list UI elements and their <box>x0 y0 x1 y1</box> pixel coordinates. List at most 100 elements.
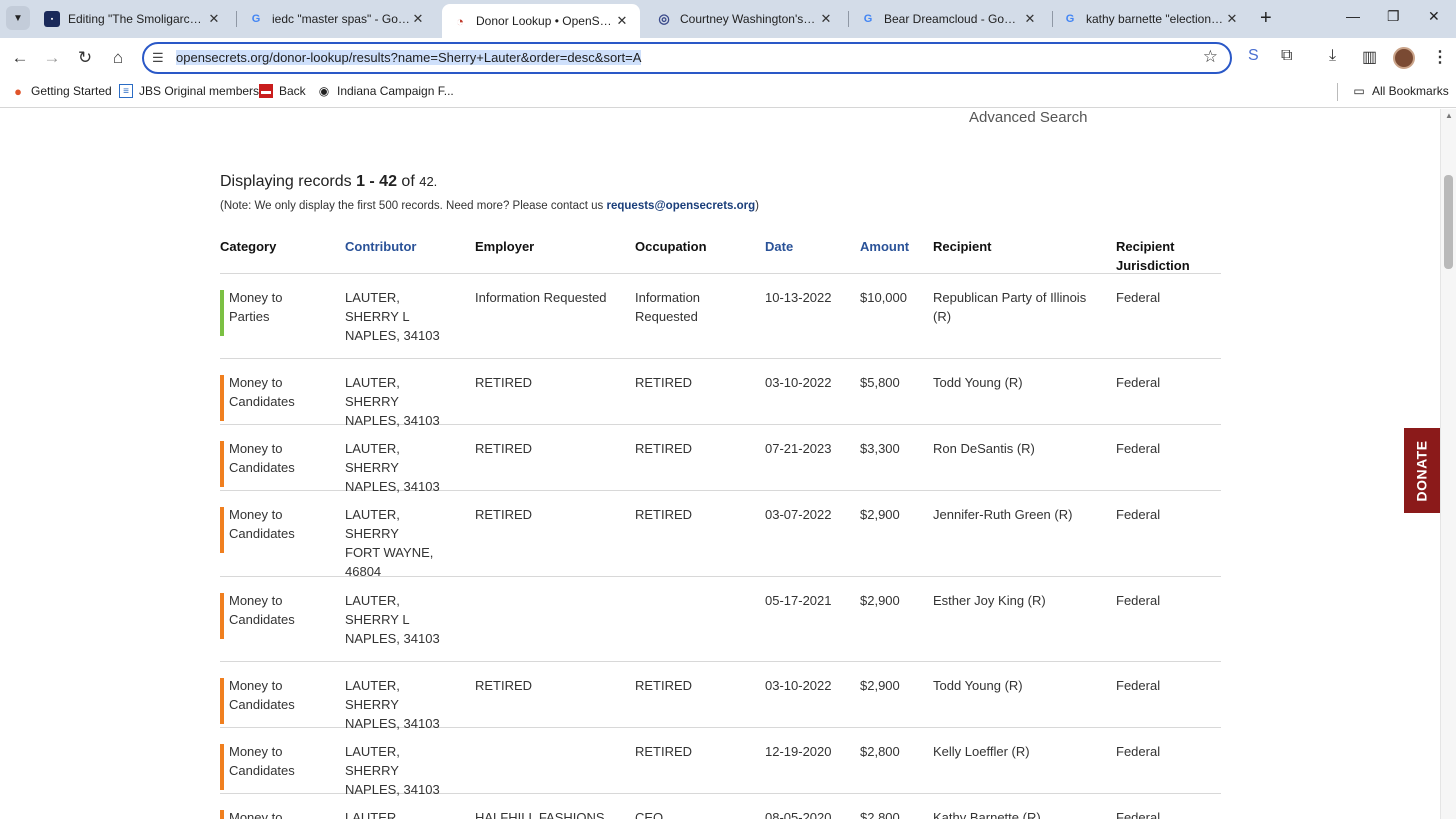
cell-date: 07-21-2023 <box>765 441 832 456</box>
all-bookmarks-button[interactable]: ▭ All Bookmarks <box>1352 84 1448 98</box>
back-button[interactable]: ← <box>9 47 31 69</box>
forward-button[interactable]: → <box>41 47 63 69</box>
cell-recipient: Kathy Barnette (R) <box>933 810 1041 819</box>
page-scrollbar[interactable]: ▲ <box>1440 109 1456 819</box>
tab-separator <box>236 11 237 27</box>
contact-email-link[interactable]: requests@opensecrets.org <box>607 200 756 212</box>
bookmark-label: Indiana Campaign F... <box>337 84 454 98</box>
cell-date: 05-17-2021 <box>765 593 832 608</box>
close-icon[interactable]: ✕ <box>614 13 630 29</box>
bookmark-jbs[interactable]: ≡ JBS Original members <box>119 84 259 98</box>
contributor-name: LAUTER, SHERRY L <box>345 290 410 324</box>
extensions-puzzle-icon[interactable]: ⧉ <box>1281 47 1292 65</box>
cell-jurisdiction: Federal <box>1116 290 1161 305</box>
address-bar[interactable]: ☰ opensecrets.org/donor-lookup/results?n… <box>142 42 1232 74</box>
cell-date: 03-07-2022 <box>765 507 832 522</box>
url-text[interactable]: opensecrets.org/donor-lookup/results?nam… <box>176 50 642 65</box>
tab-1[interactable]: G iedc "master spas" - Google S ✕ <box>238 4 436 34</box>
side-panel-icon[interactable]: ▥ <box>1362 47 1377 67</box>
note-close: ) <box>755 200 759 212</box>
cell-category: Money to Candidates <box>229 507 295 541</box>
minimize-icon: — <box>1346 8 1360 24</box>
advanced-search-link[interactable]: Advanced Search <box>969 109 1087 126</box>
reload-icon: ↻ <box>77 48 93 67</box>
records-total: 42. <box>419 174 438 189</box>
category-color-bar <box>220 441 224 487</box>
cell-amount: $5,800 <box>860 375 900 390</box>
close-icon[interactable]: ✕ <box>410 11 426 27</box>
close-icon[interactable]: ✕ <box>206 11 222 27</box>
tab-2-active[interactable]: ◔ Donor Lookup • OpenSecrets ✕ <box>442 4 640 38</box>
bookmark-label: JBS Original members <box>139 84 260 98</box>
bookmark-indiana[interactable]: ◉ Indiana Campaign F... <box>317 84 454 98</box>
bookmark-back[interactable]: ▬ Back <box>259 84 306 98</box>
category-color-bar <box>220 810 224 819</box>
arrow-right-icon: → <box>43 48 61 67</box>
arrow-left-icon: ← <box>11 48 29 67</box>
contributor-location: NAPLES, 34103 <box>345 328 440 343</box>
page-viewport: Advanced Search Displaying records 1 - 4… <box>0 109 1440 819</box>
bookmark-getting-started[interactable]: ● Getting Started <box>11 84 112 99</box>
restore-button[interactable]: ❐ <box>1387 8 1400 25</box>
download-icon[interactable]: ⤓ <box>1329 47 1336 65</box>
cell-amount: $2,900 <box>860 678 900 693</box>
tab-title: Editing "The Smoligarchs: Ro <box>68 12 206 26</box>
close-icon[interactable]: ✕ <box>1224 11 1240 27</box>
header-amount-sort[interactable]: Amount <box>860 237 909 256</box>
bookmarks-divider <box>1337 83 1338 101</box>
browser-toolbar: ← → ↻ ⌂ ☰ opensecrets.org/donor-lookup/r… <box>0 38 1456 78</box>
scroll-up-icon[interactable]: ▲ <box>1445 111 1453 120</box>
cell-occupation: Information Requested <box>635 290 701 324</box>
records-prefix: Displaying records <box>220 173 357 190</box>
tab-search-button[interactable]: ▼ <box>6 6 30 30</box>
table-row: Money to Parties LAUTER, SHERRY L NAPLES, … <box>220 274 1221 359</box>
close-window-button[interactable]: ✕ <box>1428 8 1440 25</box>
close-icon[interactable]: ✕ <box>1022 11 1038 27</box>
close-icon[interactable]: ✕ <box>818 11 834 27</box>
menu-kebab-icon[interactable]: ⋮ <box>1432 47 1448 67</box>
minimize-button[interactable]: — <box>1346 8 1360 24</box>
table-row: Money to Candidates LAUTER, SHERRY NAPLES,… <box>220 359 1221 428</box>
contributor-name: LAUTER, SHERRY <box>345 375 400 409</box>
cell-jurisdiction: Federal <box>1116 678 1161 693</box>
category-color-bar <box>220 507 224 553</box>
new-tab-button[interactable]: + <box>1260 8 1272 28</box>
tab-0[interactable]: ▪ Editing "The Smoligarchs: Ro ✕ <box>34 4 232 34</box>
avatar[interactable] <box>1393 47 1415 69</box>
header-contributor-sort[interactable]: Contributor <box>345 237 416 256</box>
tab-4[interactable]: G Bear Dreamcloud - Google S ✕ <box>850 4 1048 34</box>
records-summary: Displaying records 1 - 42 of 42. <box>220 173 437 191</box>
cell-employer: RETIRED <box>475 375 533 390</box>
category-color-bar <box>220 678 224 724</box>
cell-contributor: LAUTER, SHERRY L NAPLES, 34103 <box>345 288 455 345</box>
blog-favicon-icon: ▪ <box>44 11 60 27</box>
folder-icon: ▭ <box>1353 84 1365 98</box>
tab-title: Donor Lookup • OpenSecrets <box>476 14 614 28</box>
cell-occupation: RETIRED <box>635 507 693 522</box>
bookmark-star-icon[interactable]: ☆ <box>1203 47 1218 67</box>
site-info-icon[interactable]: ☰ <box>152 50 164 66</box>
donate-button[interactable]: DONATE <box>1404 428 1440 513</box>
cell-jurisdiction: Federal <box>1116 375 1161 390</box>
cell-recipient: Esther Joy King (R) <box>933 593 1046 608</box>
globe-icon: ◉ <box>318 84 330 98</box>
records-note: (Note: We only display the first 500 rec… <box>220 200 759 212</box>
google-icon: G <box>251 13 261 25</box>
category-color-bar <box>220 593 224 639</box>
table-row: Money to Candidates LAUTER, SHERRY NAPLES,… <box>220 728 1221 797</box>
cell-amount: $2,900 <box>860 507 900 522</box>
cell-date: 03-10-2022 <box>765 375 832 390</box>
home-button[interactable]: ⌂ <box>107 47 129 69</box>
cell-occupation: RETIRED <box>635 441 693 456</box>
extension-s-icon[interactable]: S <box>1248 47 1259 65</box>
tab-3[interactable]: ◎ Courtney Washington's journ ✕ <box>646 4 844 34</box>
records-range: 1 - 42 <box>356 173 397 190</box>
reload-button[interactable]: ↻ <box>74 47 96 69</box>
restore-icon: ❐ <box>1387 8 1400 24</box>
cell-employer: HALFHILL FASHIONS <box>475 810 605 819</box>
header-date-sort[interactable]: Date <box>765 237 793 256</box>
tab-5[interactable]: G kathy barnette "election deni ✕ <box>1052 4 1250 34</box>
cell-jurisdiction: Federal <box>1116 441 1161 456</box>
contributor-name: LAUTER, SHERRY <box>345 810 400 819</box>
scrollbar-thumb[interactable] <box>1444 175 1453 269</box>
